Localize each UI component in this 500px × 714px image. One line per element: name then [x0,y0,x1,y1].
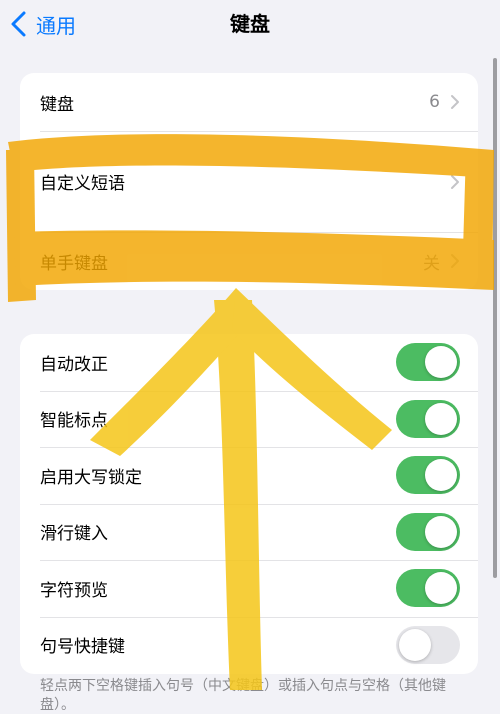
row-label: 单手键盘 [40,253,108,274]
character-preview-toggle[interactable] [396,569,460,608]
row-label: 句号快捷键 [40,637,125,658]
row-label: 键盘 [40,94,74,115]
row-auto-correction: 自动改正 [20,334,478,391]
auto-correction-toggle[interactable] [396,343,460,382]
row-label: 启用大写锁定 [40,467,142,488]
toggle-knob [425,515,457,548]
row-smart-punctuation: 智能标点 [20,390,478,448]
row-value: 6 [429,92,440,112]
row-label: 自动改正 [40,354,108,375]
keyboard-toggles-group: 自动改正 智能标点 启用大写锁定 滑行键入 字符预览 句号快捷键 [20,334,478,674]
row-text-replacement[interactable]: 自定义短语 [20,131,478,232]
chevron-right-icon [451,254,459,268]
row-label: 自定义短语 [40,174,125,194]
slide-to-type-toggle[interactable] [396,512,460,551]
row-caps-lock: 启用大写锁定 [20,447,478,504]
toggle-knob [399,628,431,661]
chevron-right-icon [451,95,459,109]
navigation-bar: 通用 键盘 [0,0,500,50]
row-one-handed-keyboard[interactable]: 单手键盘 关 [20,232,478,290]
toggle-knob [425,346,457,379]
row-period-shortcut: 句号快捷键 [20,616,478,674]
row-label: 字符预览 [40,580,108,601]
page-title: 键盘 [230,12,270,36]
period-shortcut-footnote: 轻点两下空格键插入句号（中文键盘）或插入句点与空格（其他键盘）。 [40,678,446,713]
scroll-indicator[interactable] [493,58,497,578]
keyboard-settings-screen: 通用 键盘 键盘 6 自定义短语 单手键盘 关 自动改正 智能标点 启用大写锁定… [0,0,500,714]
keyboard-options-group: 键盘 6 自定义短语 单手键盘 关 [20,73,478,290]
toggle-knob [425,572,457,605]
smart-punctuation-toggle[interactable] [396,399,460,438]
row-keyboards[interactable]: 键盘 6 [20,73,478,131]
row-character-preview: 字符预览 [20,560,478,617]
toggle-knob [425,459,457,492]
period-shortcut-toggle[interactable] [396,625,460,664]
row-value: 关 [423,253,440,274]
chevron-right-icon [451,174,459,189]
toggle-knob [425,402,457,435]
row-label: 滑行键入 [40,524,108,545]
row-slide-to-type: 滑行键入 [20,503,478,561]
row-label: 智能标点 [40,411,108,432]
caps-lock-toggle[interactable] [396,456,460,495]
